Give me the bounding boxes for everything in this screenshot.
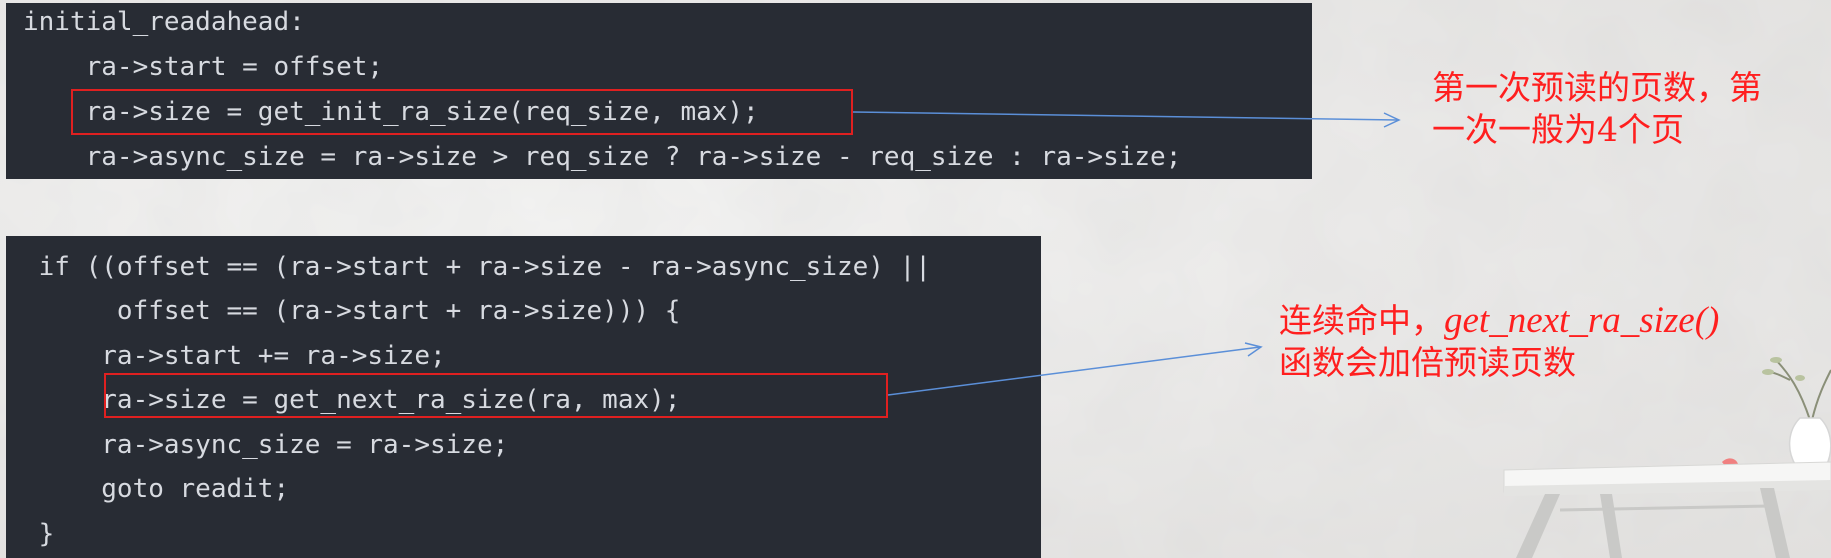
annotation-initial-pages: 第一次预读的页数，第 一次一般为4个页	[1432, 67, 1762, 151]
code-line: offset == (ra->start + ra->size))) {	[23, 296, 681, 326]
code-line: goto readit;	[23, 474, 290, 504]
branch-icon	[1767, 359, 1831, 421]
function-name: get_next_ra_size()	[1444, 300, 1720, 341]
arrow-2-head	[1244, 342, 1263, 357]
leaf-icon	[1762, 357, 1805, 381]
code-line: ra->async_size = ra->size > req_size ? r…	[23, 142, 1182, 172]
code-line: if ((offset == (ra->start + ra->size - r…	[23, 252, 931, 282]
arrow-1-head	[1383, 112, 1401, 128]
code-line: ra->async_size = ra->size;	[23, 430, 509, 460]
annotation-text: 连续命中，	[1279, 301, 1444, 340]
annotation-line: 连续命中，get_next_ra_size()	[1279, 300, 1719, 342]
annotation-doubling: 连续命中，get_next_ra_size() 函数会加倍预读页数	[1279, 300, 1719, 384]
annotation-line: 第一次预读的页数，第	[1432, 68, 1762, 107]
tabletop	[1503, 461, 1831, 493]
vase-icon	[1788, 417, 1831, 467]
annotation-line: 一次一般为4个页	[1432, 110, 1684, 149]
code-line: ra->start += ra->size;	[23, 341, 446, 371]
petal-icon	[1772, 463, 1784, 469]
table-legs	[1516, 488, 1790, 558]
code-line: }	[23, 519, 55, 549]
petal-icon	[1722, 458, 1738, 467]
code-line: initial_readahead:	[23, 7, 305, 37]
annotation-line: 函数会加倍预读页数	[1279, 343, 1576, 382]
code-line: ra->start = offset;	[23, 52, 384, 82]
slide: initial_readahead: ra->start = offset; r…	[0, 0, 1831, 558]
highlight-box-init-ra-size	[71, 89, 853, 135]
highlight-box-next-ra-size	[104, 373, 888, 418]
